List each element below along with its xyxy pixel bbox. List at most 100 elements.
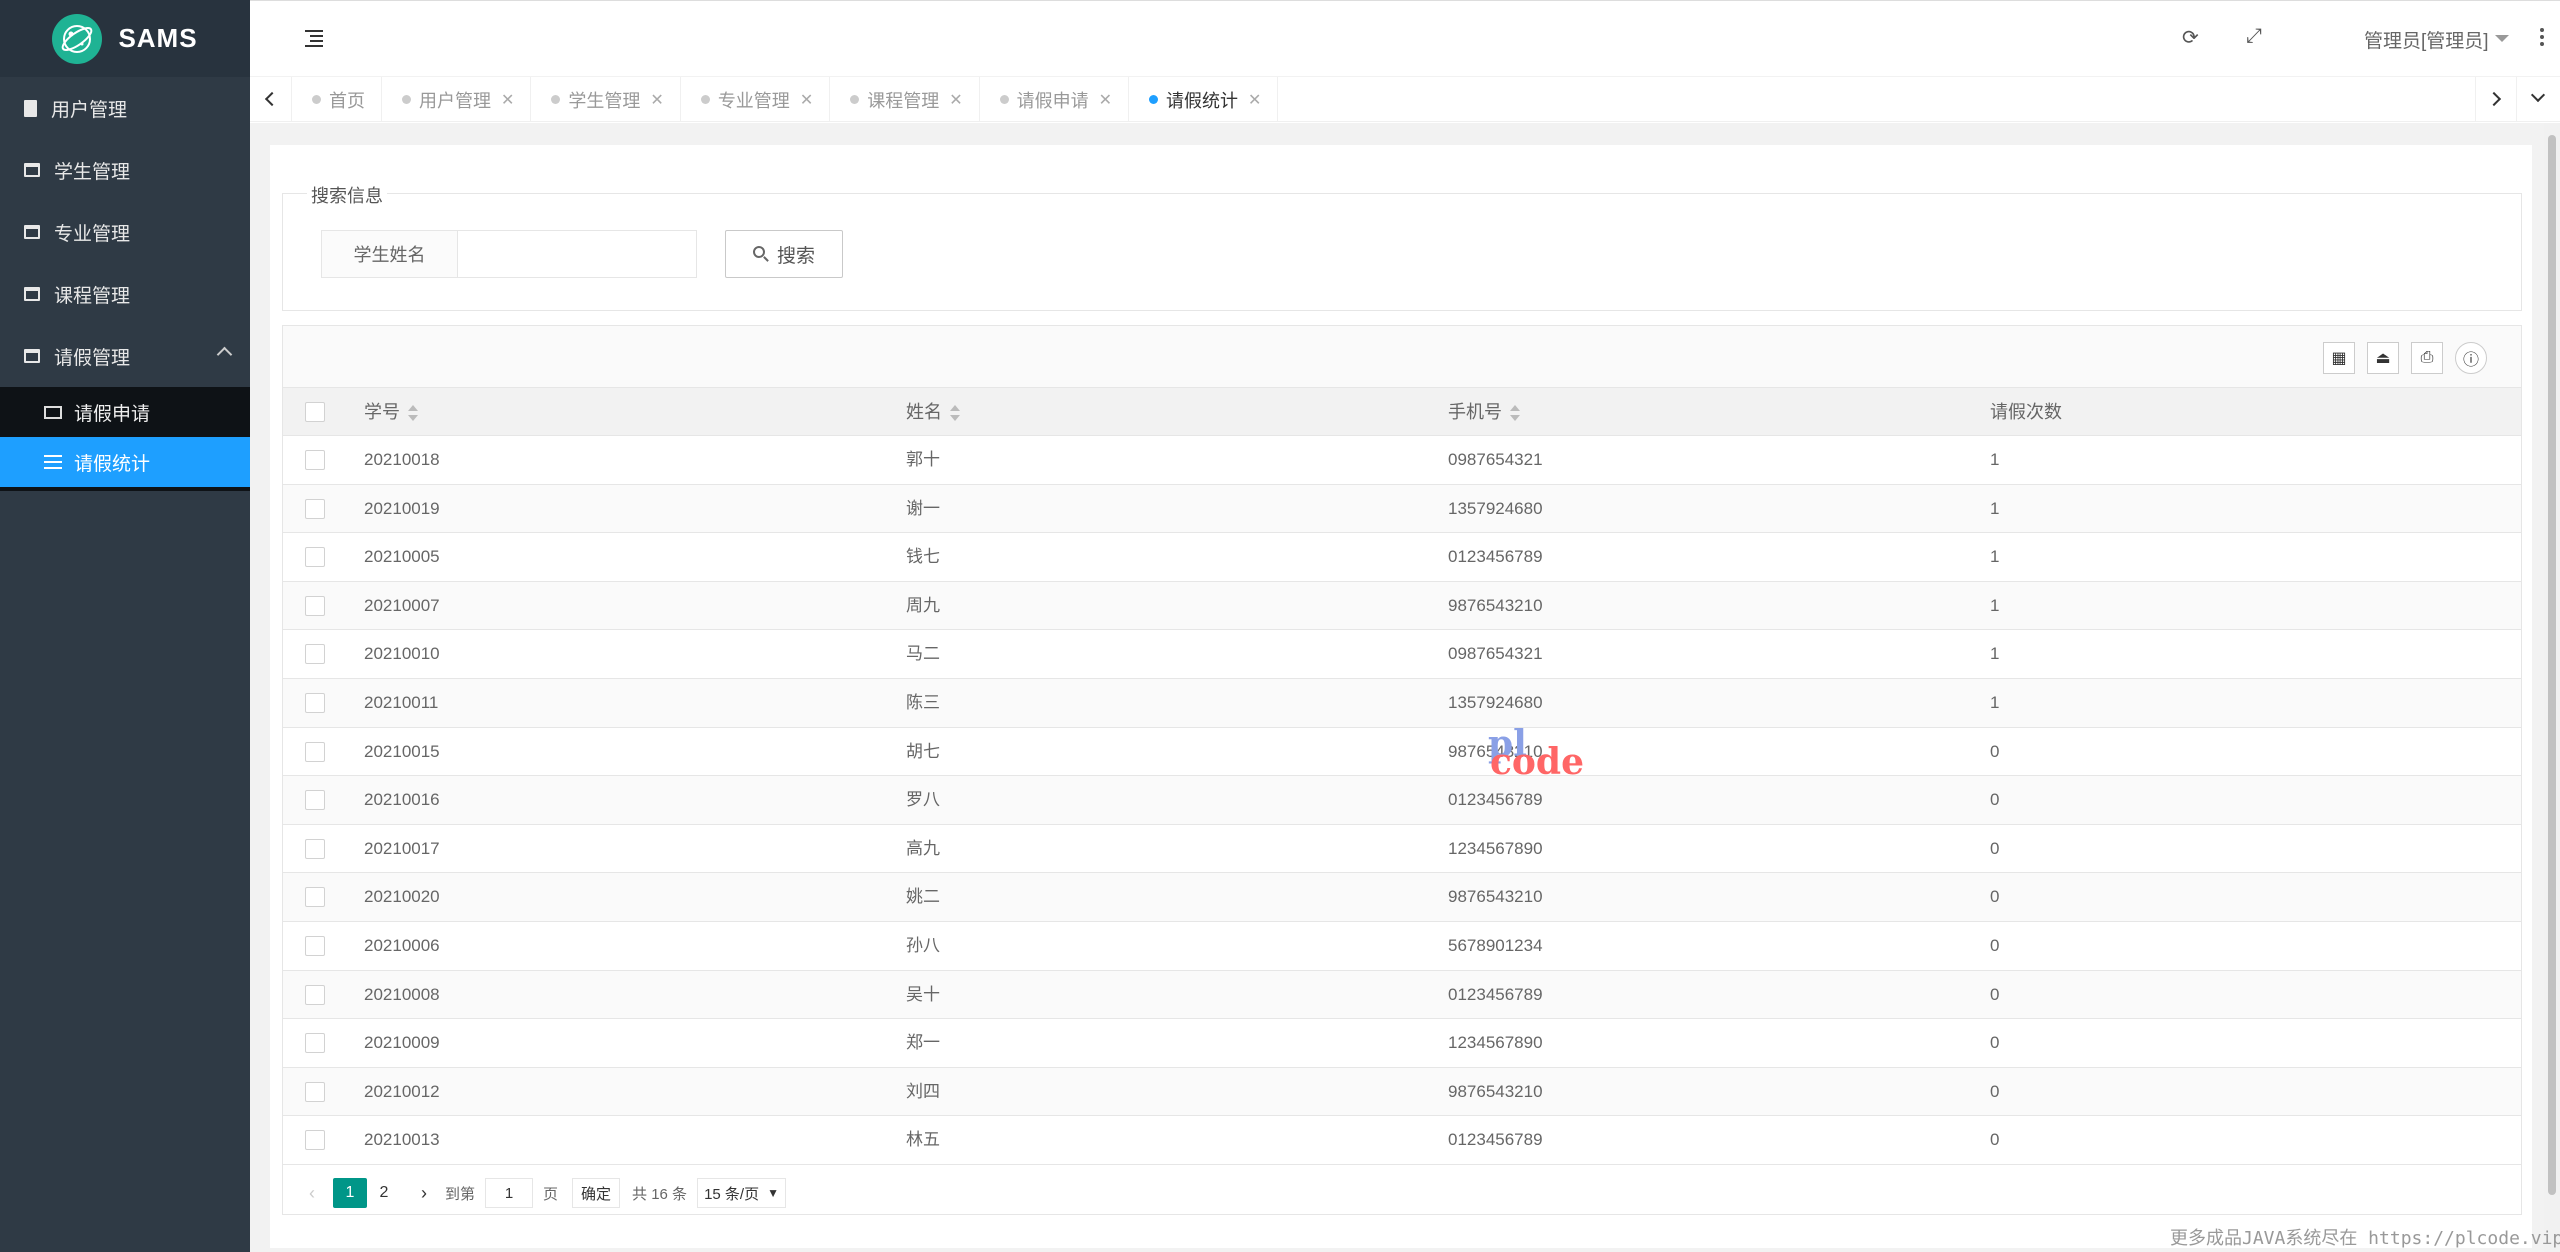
goto-page-input[interactable] (485, 1178, 534, 1208)
tab-label: 课程管理 (867, 90, 940, 111)
tabs-menu-button[interactable] (2517, 77, 2560, 122)
sidebar-item-leave-management[interactable]: 请假管理 (0, 325, 250, 387)
print-icon: ⎙ (2420, 349, 2434, 366)
info-button[interactable]: ⓘ (2455, 342, 2487, 374)
goto-suffix: 页 (543, 1185, 559, 1203)
table-row[interactable]: 20210009 郑一 1234567890 0 (283, 1019, 2521, 1068)
row-checkbox[interactable] (305, 1130, 325, 1151)
cell-phone: 0123456789 (1448, 1130, 1543, 1150)
cell-student-id: 20210015 (364, 741, 440, 761)
table-row[interactable]: 20210011 陈三 1357924680 1 (283, 679, 2521, 728)
sidebar-item-user-management[interactable]: 用户管理 (0, 77, 250, 139)
close-icon[interactable]: ✕ (1248, 90, 1261, 110)
close-icon[interactable]: ✕ (800, 90, 813, 110)
select-all-checkbox[interactable] (305, 402, 325, 422)
cell-name: 高九 (906, 838, 940, 858)
tab-course-management[interactable]: 课程管理 ✕ (830, 77, 980, 122)
tab-leave-apply[interactable]: 请假申请 ✕ (980, 77, 1130, 122)
cell-leave-count: 1 (1990, 450, 2000, 469)
sidebar-item-label: 课程管理 (54, 285, 131, 307)
logo-icon (52, 13, 103, 64)
row-checkbox[interactable] (305, 741, 325, 762)
row-checkbox[interactable] (305, 838, 325, 859)
table-row[interactable]: 20210010 马二 0987654321 1 (283, 630, 2521, 679)
prev-page-button[interactable]: ‹ (297, 1178, 327, 1208)
close-icon[interactable]: ✕ (949, 90, 962, 110)
tab-user-management[interactable]: 用户管理 ✕ (382, 77, 532, 122)
next-page-button[interactable]: › (409, 1178, 439, 1208)
row-checkbox[interactable] (305, 450, 325, 470)
table-row[interactable]: 20210015 胡七 9876543210 0 (283, 728, 2521, 777)
sort-icon[interactable] (408, 405, 418, 422)
table-row[interactable]: 20210017 高九 1234567890 0 (283, 825, 2521, 874)
sort-icon[interactable] (1510, 405, 1520, 422)
menu-toggle-icon[interactable] (305, 30, 323, 47)
table-toolbar: ▦ ⏏ ⎙ ⓘ (283, 326, 2521, 388)
user-menu[interactable]: 管理员[管理员] (2364, 26, 2489, 53)
sidebar-item-major-management[interactable]: 专业管理 (0, 201, 250, 263)
sidebar-subitem-leave-stats[interactable]: 请假统计 (0, 437, 250, 487)
table-row[interactable]: 20210008 吴十 0123456789 0 (283, 970, 2521, 1020)
caret-down-icon[interactable] (2495, 35, 2509, 42)
tab-major-management[interactable]: 专业管理 ✕ (681, 77, 831, 122)
close-icon[interactable]: ✕ (501, 90, 514, 110)
row-checkbox[interactable] (305, 1033, 325, 1054)
page-size-select[interactable]: 15 条/页 ▼ (697, 1178, 786, 1208)
sidebar-item-course-management[interactable]: 课程管理 (0, 263, 250, 325)
row-checkbox[interactable] (305, 498, 325, 519)
row-checkbox[interactable] (305, 936, 325, 956)
table-row[interactable]: 20210019 谢一 1357924680 1 (283, 484, 2521, 534)
close-icon[interactable]: ✕ (1099, 90, 1112, 110)
cell-phone: 5678901234 (1448, 936, 1543, 955)
table-row[interactable]: 20210013 林五 0123456789 0 (283, 1116, 2521, 1165)
export-button[interactable]: ⏏ (2367, 342, 2399, 374)
cell-student-id: 20210012 (364, 1081, 440, 1101)
row-checkbox[interactable] (305, 547, 325, 568)
more-icon[interactable] (2540, 28, 2544, 49)
cell-student-id: 20210006 (364, 936, 440, 955)
row-checkbox[interactable] (305, 887, 325, 908)
page-scrollbar[interactable] (2544, 123, 2560, 1252)
cell-phone: 0123456789 (1448, 547, 1543, 567)
tab-home[interactable]: 首页 (292, 77, 382, 122)
scrollbar-thumb[interactable] (2548, 135, 2556, 1195)
sidebar-item-student-management[interactable]: 学生管理 (0, 139, 250, 201)
tabs-next-button[interactable] (2475, 77, 2517, 122)
sidebar-subitem-leave-apply[interactable]: 请假申请 (0, 387, 250, 437)
column-header-phone[interactable]: 手机号 (1448, 388, 1520, 436)
table-row[interactable]: 20210012 刘四 9876543210 0 (283, 1067, 2521, 1117)
print-button[interactable]: ⎙ (2411, 342, 2443, 374)
chevron-right-icon (2486, 91, 2502, 107)
table-row[interactable]: 20210005 钱七 0123456789 1 (283, 533, 2521, 582)
table-row[interactable]: 20210007 周九 9876543210 1 (283, 581, 2521, 631)
tab-leave-stats[interactable]: 请假统计 ✕ (1129, 77, 1279, 122)
goto-confirm-button[interactable]: 确定 (572, 1178, 621, 1208)
search-button[interactable]: 搜索 (725, 230, 843, 278)
table-row[interactable]: 20210016 罗八 0123456789 0 (283, 776, 2521, 825)
row-checkbox[interactable] (305, 1081, 325, 1102)
cell-student-id: 20210009 (364, 1033, 440, 1053)
close-icon[interactable]: ✕ (650, 90, 663, 110)
table-row[interactable]: 20210006 孙八 5678901234 0 (283, 922, 2521, 971)
columns-filter-button[interactable]: ▦ (2323, 342, 2355, 374)
row-checkbox[interactable] (305, 644, 325, 665)
cell-phone: 9876543210 (1448, 1081, 1543, 1101)
column-header-student-id[interactable]: 学号 (364, 388, 418, 436)
table-row[interactable]: 20210020 姚二 9876543210 0 (283, 873, 2521, 922)
row-checkbox[interactable] (305, 790, 325, 811)
sidebar-item-label: 请假管理 (54, 347, 131, 369)
student-name-input[interactable] (457, 230, 697, 278)
sort-icon[interactable] (950, 405, 960, 422)
tabs-prev-button[interactable] (250, 77, 292, 122)
row-checkbox[interactable] (305, 984, 325, 1005)
search-icon (752, 246, 769, 262)
row-checkbox[interactable] (305, 693, 325, 713)
fullscreen-icon[interactable]: ⤢ (2246, 25, 2262, 48)
table-row[interactable]: 20210018 郭十 0987654321 1 (283, 436, 2521, 485)
column-header-name[interactable]: 姓名 (906, 388, 960, 436)
page-2-button[interactable]: 2 (367, 1178, 401, 1208)
refresh-icon[interactable]: ⟳ (2182, 25, 2199, 50)
page-1-button[interactable]: 1 (333, 1178, 367, 1208)
tab-student-management[interactable]: 学生管理 ✕ (531, 77, 681, 122)
row-checkbox[interactable] (305, 595, 325, 616)
